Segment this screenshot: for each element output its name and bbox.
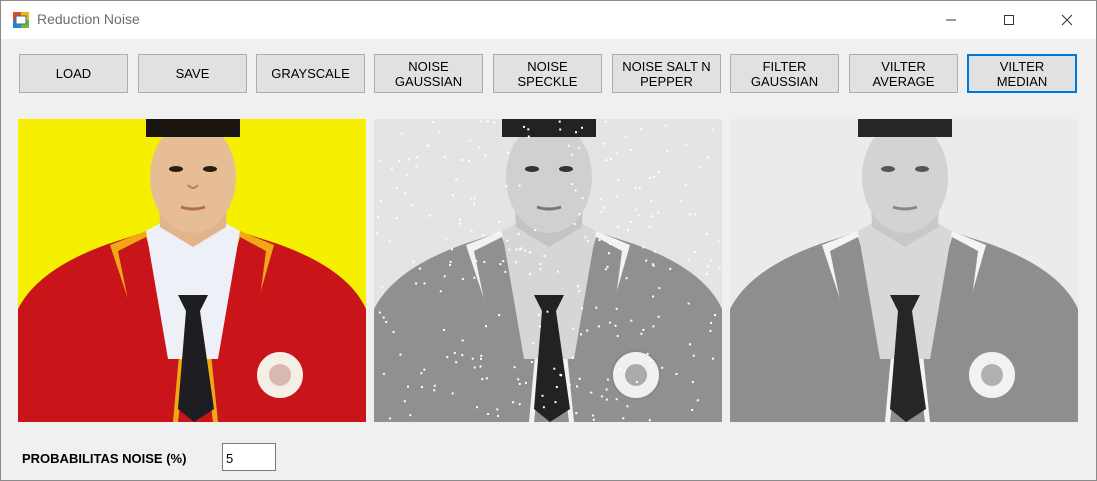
noise-probability-label: PROBABILITAS NOISE (%) bbox=[22, 451, 187, 466]
noise-probability-input[interactable] bbox=[222, 443, 276, 471]
maximize-icon bbox=[1004, 15, 1014, 25]
minimize-button[interactable] bbox=[928, 1, 974, 39]
main-window: Reduction Noise LOAD SAVE GRAYSCALE NOIS… bbox=[0, 0, 1097, 481]
filter-median-button[interactable]: VILTER MEDIAN bbox=[967, 54, 1077, 93]
save-button[interactable]: SAVE bbox=[138, 54, 247, 93]
window-title: Reduction Noise bbox=[37, 11, 140, 27]
noisy-grayscale-image bbox=[374, 119, 722, 422]
original-image bbox=[18, 119, 366, 422]
filtered-image bbox=[730, 119, 1078, 422]
title-bar[interactable]: Reduction Noise bbox=[1, 1, 1096, 39]
grayscale-button[interactable]: GRAYSCALE bbox=[256, 54, 365, 93]
noise-speckle-button[interactable]: NOISE SPECKLE bbox=[493, 54, 602, 93]
minimize-icon bbox=[946, 19, 956, 21]
close-icon bbox=[1061, 14, 1073, 26]
noise-gaussian-button[interactable]: NOISE GAUSSIAN bbox=[374, 54, 483, 93]
filter-gaussian-button[interactable]: FILTER GAUSSIAN bbox=[730, 54, 839, 93]
filter-average-button[interactable]: VILTER AVERAGE bbox=[849, 54, 958, 93]
maximize-button[interactable] bbox=[986, 1, 1032, 39]
close-button[interactable] bbox=[1044, 1, 1090, 39]
noise-salt-pepper-button[interactable]: NOISE SALT N PEPPER bbox=[612, 54, 721, 93]
windows-form-icon bbox=[13, 12, 29, 28]
load-button[interactable]: LOAD bbox=[19, 54, 128, 93]
